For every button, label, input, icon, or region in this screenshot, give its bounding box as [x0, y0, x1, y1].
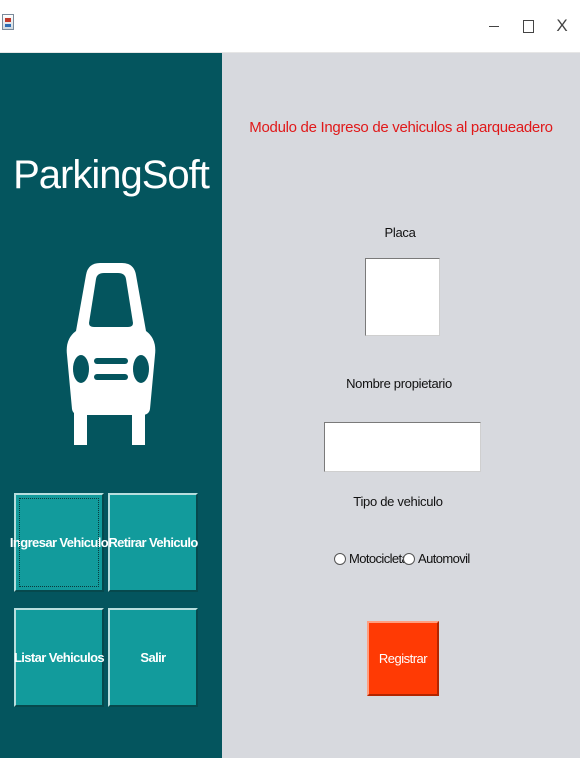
maximize-button[interactable]: [514, 12, 542, 40]
registrar-button[interactable]: Registrar: [367, 621, 439, 696]
brand-title: ParkingSoft: [13, 153, 210, 197]
minimize-icon: [489, 26, 499, 27]
retirar-vehiculo-label: Retirar Vehiculo: [108, 535, 198, 550]
tipo-vehiculo-label: Tipo de vehiculo: [353, 494, 443, 509]
radio-circle-icon[interactable]: [403, 552, 415, 565]
nombre-propietario-label: Nombre propietario: [346, 376, 452, 391]
listar-vehiculos-button[interactable]: Listar Vehiculos: [13, 608, 105, 707]
salir-label: Salir: [140, 650, 166, 665]
minimize-button[interactable]: [480, 12, 508, 40]
retirar-vehiculo-button[interactable]: Retirar Vehiculo: [108, 493, 198, 592]
module-title: Modulo de Ingreso de vehiculos al parque…: [249, 119, 553, 136]
salir-button[interactable]: Salir: [108, 608, 198, 707]
motocicleta-label: Motocicleta: [349, 551, 409, 566]
ingresar-vehiculo-button[interactable]: Ingresar Vehiculo: [10, 493, 109, 592]
automovil-radio[interactable]: Automovil: [403, 551, 470, 566]
placa-label: Placa: [384, 225, 416, 240]
nombre-propietario-input[interactable]: [324, 422, 481, 472]
ingresar-vehiculo-label: Ingresar Vehiculo: [9, 535, 109, 550]
listar-vehiculos-label: Listar Vehiculos: [13, 650, 105, 665]
java-app-icon: [2, 14, 14, 30]
close-button[interactable]: X: [548, 12, 576, 40]
car-front-icon: [66, 263, 156, 445]
vehicle-entry-form: Modulo de Ingreso de vehiculos al parque…: [222, 53, 580, 758]
maximize-icon: [523, 20, 534, 33]
title-bar: X: [0, 0, 580, 53]
radio-circle-icon[interactable]: [334, 552, 346, 565]
automovil-label: Automovil: [418, 551, 470, 566]
motocicleta-radio[interactable]: Motocicleta: [334, 551, 409, 566]
placa-input[interactable]: [365, 258, 440, 336]
sidebar: ParkingSoft Ingresar Vehiculo Retirar Ve…: [0, 53, 222, 758]
